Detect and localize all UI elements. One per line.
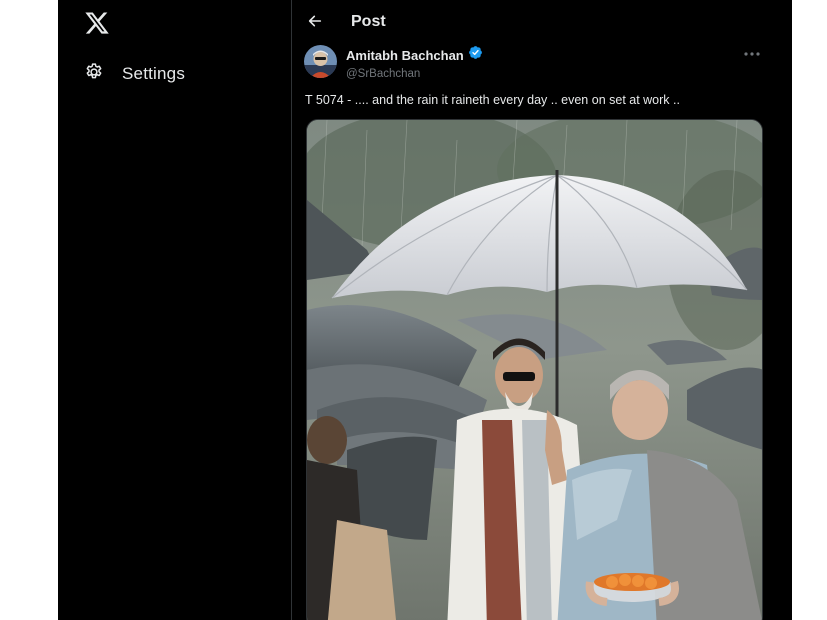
- photo-illustration: [307, 120, 762, 620]
- sidebar-item-settings[interactable]: Settings: [84, 60, 185, 88]
- post-detail-column: Post Amitabh Bachchan @SrBachchan T 5074…: [292, 0, 792, 620]
- post-text: T 5074 - .... and the rain it raineth ev…: [305, 93, 680, 107]
- author-handle[interactable]: @SrBachchan: [346, 68, 483, 80]
- author-name[interactable]: Amitabh Bachchan: [346, 48, 464, 63]
- avatar[interactable]: [304, 45, 337, 78]
- sidebar-nav: Settings: [58, 0, 291, 620]
- more-button[interactable]: [740, 46, 764, 62]
- x-logo-icon[interactable]: [84, 10, 110, 38]
- page-title: Post: [351, 13, 386, 30]
- author-block[interactable]: Amitabh Bachchan @SrBachchan: [346, 45, 483, 80]
- back-button[interactable]: [302, 10, 328, 36]
- arrow-left-icon: [307, 13, 323, 34]
- app-window: Settings Post Amitabh Bachchan @SrBachch…: [58, 0, 792, 620]
- more-icon: [740, 49, 764, 66]
- verified-badge-icon: [468, 45, 483, 65]
- sidebar-item-label: Settings: [122, 64, 186, 83]
- gear-icon: [84, 62, 104, 87]
- post-media-photo[interactable]: [306, 119, 763, 620]
